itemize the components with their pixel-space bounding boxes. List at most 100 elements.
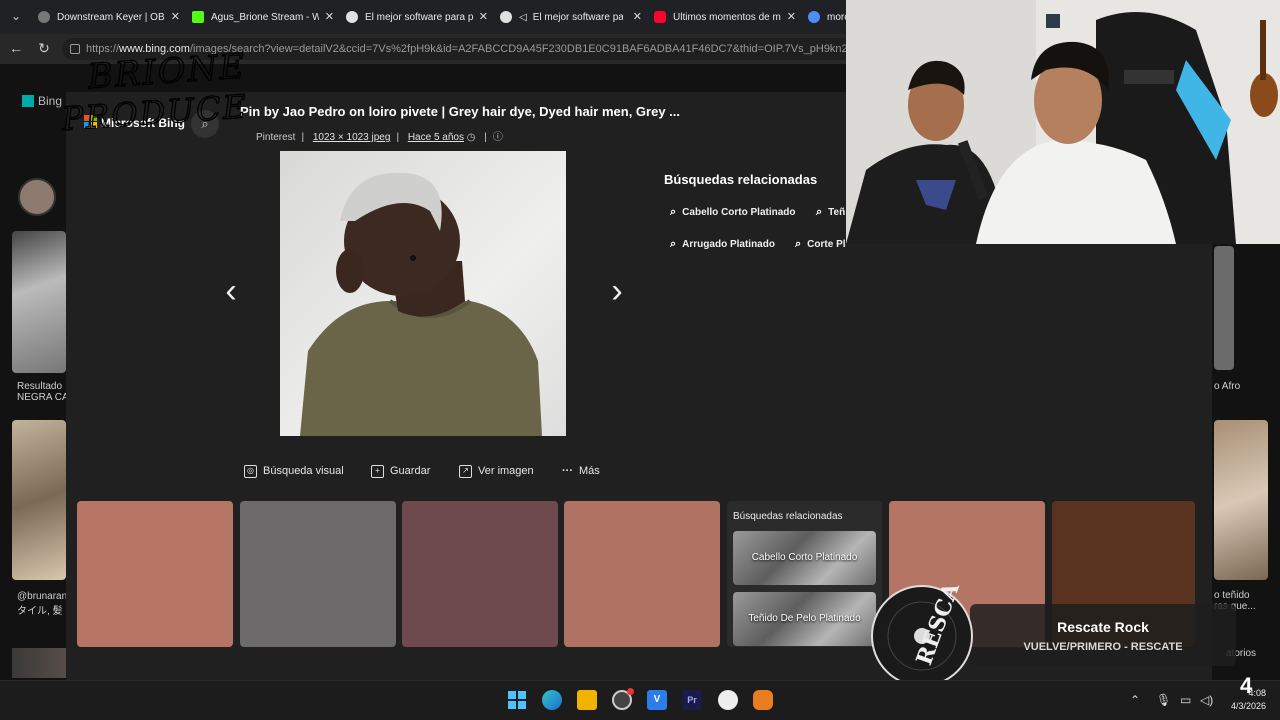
related-card-title: Búsquedas relacionadas bbox=[733, 511, 843, 522]
action-label: Búsqueda visual bbox=[263, 465, 344, 477]
volume-icon[interactable]: ◁) bbox=[1200, 693, 1213, 707]
tab-close-icon[interactable]: ✕ bbox=[479, 10, 488, 23]
tab-menu-icon[interactable]: ⌄ bbox=[6, 6, 26, 26]
now-playing-panel bbox=[970, 604, 1236, 666]
related-image-link[interactable]: Teñido De Pelo Platinado bbox=[733, 592, 876, 646]
source-link[interactable]: Pinterest bbox=[256, 132, 295, 143]
microphone-icon[interactable]: 🎙 bbox=[1156, 693, 1171, 707]
browser-tab[interactable]: morc bbox=[802, 4, 848, 30]
result-card[interactable] bbox=[402, 501, 558, 647]
browser-tab[interactable]: Downstream Keyer | OBS ✕ bbox=[32, 4, 184, 30]
clock-date: 4/3/2026 bbox=[1230, 701, 1266, 711]
webcam-overlay bbox=[846, 0, 1280, 244]
image-title[interactable]: Pin by Jao Pedro on loiro pivete | Grey … bbox=[240, 104, 680, 119]
browser-tab[interactable]: Agus_Brione Stream - Wa ✕ bbox=[186, 4, 338, 30]
related-image-label: Cabello Corto Platinado bbox=[751, 552, 858, 563]
tab-label: Downstream Keyer | OBS bbox=[57, 11, 165, 23]
previous-arrow-icon[interactable]: ‹ bbox=[216, 274, 246, 310]
tab-favicon-icon bbox=[38, 11, 50, 23]
related-chip[interactable]: ⌕ Teñ bbox=[810, 200, 846, 224]
search-icon: ⌕ bbox=[670, 205, 677, 218]
bg-caption: @brunaran タイル, 髪 bbox=[17, 591, 68, 617]
main-image[interactable] bbox=[280, 151, 566, 436]
visual-search-icon: ◎ bbox=[244, 464, 257, 478]
bg-thumbnail[interactable] bbox=[1214, 420, 1268, 580]
steam-icon[interactable] bbox=[718, 690, 738, 710]
file-explorer-icon[interactable] bbox=[577, 690, 597, 710]
visual-search-button[interactable]: ◎ Búsqueda visual bbox=[244, 462, 344, 480]
network-icon[interactable]: ▭ bbox=[1180, 693, 1191, 707]
premiere-pro-icon[interactable]: Pr bbox=[682, 690, 702, 710]
tab-label: El mejor software par bbox=[532, 11, 623, 23]
image-meta: Pinterest | 1023 × 1023 jpeg | Hace 5 años… bbox=[256, 132, 503, 143]
save-icon: + bbox=[371, 464, 384, 478]
notification-dot-icon bbox=[627, 688, 634, 695]
bing-logo: Bing bbox=[22, 94, 62, 108]
brione-produce-logo: BRIONE PRODUCE bbox=[59, 46, 250, 139]
tab-close-icon[interactable]: ✕ bbox=[633, 10, 642, 23]
save-button[interactable]: + Guardar bbox=[371, 462, 430, 480]
tab-label: morc bbox=[827, 11, 848, 23]
chip-label: Cabello Corto Platinado bbox=[682, 206, 796, 218]
tray-chevron-icon[interactable]: ⌃ bbox=[1130, 693, 1140, 707]
youtube-favicon-icon bbox=[654, 11, 666, 23]
tab-label: Últimos momentos de mi bbox=[673, 11, 781, 23]
related-image-link[interactable]: Cabello Corto Platinado bbox=[733, 531, 876, 585]
chip-label: Corte Platinado bbox=[807, 238, 846, 250]
bg-thumbnail[interactable] bbox=[12, 420, 66, 580]
related-searches-heading: Búsquedas relacionadas bbox=[664, 172, 818, 187]
kick-favicon-icon bbox=[192, 11, 204, 23]
related-image-label: Teñido De Pelo Platinado bbox=[748, 613, 861, 624]
bg-caption: Resultado NEGRA CA bbox=[17, 381, 69, 403]
history-icon: ◷ bbox=[463, 132, 479, 143]
mute-icon[interactable]: ◁ bbox=[519, 12, 527, 23]
now-playing-title: Rescate Rock bbox=[1057, 619, 1149, 635]
view-image-button[interactable]: ↗ Ver imagen bbox=[459, 462, 534, 480]
image-icon: ↗ bbox=[459, 464, 472, 478]
result-card[interactable] bbox=[564, 501, 720, 647]
tab-label: El mejor software para po bbox=[365, 11, 473, 23]
tab-close-icon[interactable]: ✕ bbox=[787, 10, 796, 23]
windows-start-icon[interactable] bbox=[507, 690, 527, 710]
tab-close-icon[interactable]: ✕ bbox=[325, 10, 334, 23]
bg-thumbnail[interactable] bbox=[1214, 246, 1234, 370]
fl-studio-icon[interactable] bbox=[753, 690, 773, 710]
album-disc-icon: RESCATE bbox=[866, 549, 978, 688]
chip-label: Arrugado Platinado bbox=[682, 238, 775, 250]
more-button[interactable]: ··· Más bbox=[562, 462, 600, 480]
age-link[interactable]: Hace 5 años bbox=[408, 132, 464, 143]
search-icon: ⌕ bbox=[670, 237, 677, 250]
back-arrow-icon[interactable]: ← bbox=[7, 39, 25, 57]
search-favicon-icon bbox=[808, 11, 820, 23]
related-chip[interactable]: ⌕ Cabello Corto Platinado bbox=[664, 200, 796, 224]
bg-avatar bbox=[18, 178, 56, 216]
browser-tab[interactable]: El mejor software para po ✕ bbox=[340, 4, 492, 30]
result-card[interactable] bbox=[77, 501, 233, 647]
bg-thumbnail[interactable] bbox=[12, 231, 66, 373]
edge-browser-icon[interactable] bbox=[542, 690, 562, 710]
vegas-app-icon[interactable]: V bbox=[647, 690, 667, 710]
search-icon: ⌕ bbox=[795, 237, 802, 250]
dimensions-link[interactable]: 1023 × 1023 jpeg bbox=[313, 132, 391, 143]
tab-label: Agus_Brione Stream - Wa bbox=[211, 11, 319, 23]
bg-caption: o Afro bbox=[1214, 381, 1241, 392]
action-label: Ver imagen bbox=[478, 465, 534, 477]
result-card[interactable] bbox=[240, 501, 396, 647]
refresh-icon[interactable]: ↻ bbox=[35, 39, 53, 57]
search-icon: ⌕ bbox=[816, 205, 823, 218]
obs-favicon-icon bbox=[500, 11, 512, 23]
related-chip[interactable]: ⌕ Arrugado Platinado bbox=[664, 232, 775, 256]
tab-close-icon[interactable]: ✕ bbox=[171, 10, 180, 23]
windows-taskbar bbox=[0, 680, 1280, 720]
obs-favicon-icon bbox=[346, 11, 358, 23]
info-icon[interactable]: ⓘ bbox=[493, 132, 503, 143]
browser-tab[interactable]: Últimos momentos de mi ✕ bbox=[648, 4, 800, 30]
more-icon: ··· bbox=[562, 465, 573, 477]
chip-label: Teñ bbox=[828, 206, 846, 218]
browser-tab[interactable]: ◁ El mejor software par ✕ bbox=[494, 4, 646, 30]
related-chip[interactable]: ⌕ Corte Platinado bbox=[789, 232, 846, 256]
now-playing-subtitle: VUELVE/PRIMERO - RESCATE bbox=[1023, 641, 1183, 653]
next-arrow-icon[interactable]: › bbox=[602, 274, 632, 310]
notification-count-badge: 4 bbox=[1240, 673, 1253, 698]
action-label: Más bbox=[579, 465, 600, 477]
